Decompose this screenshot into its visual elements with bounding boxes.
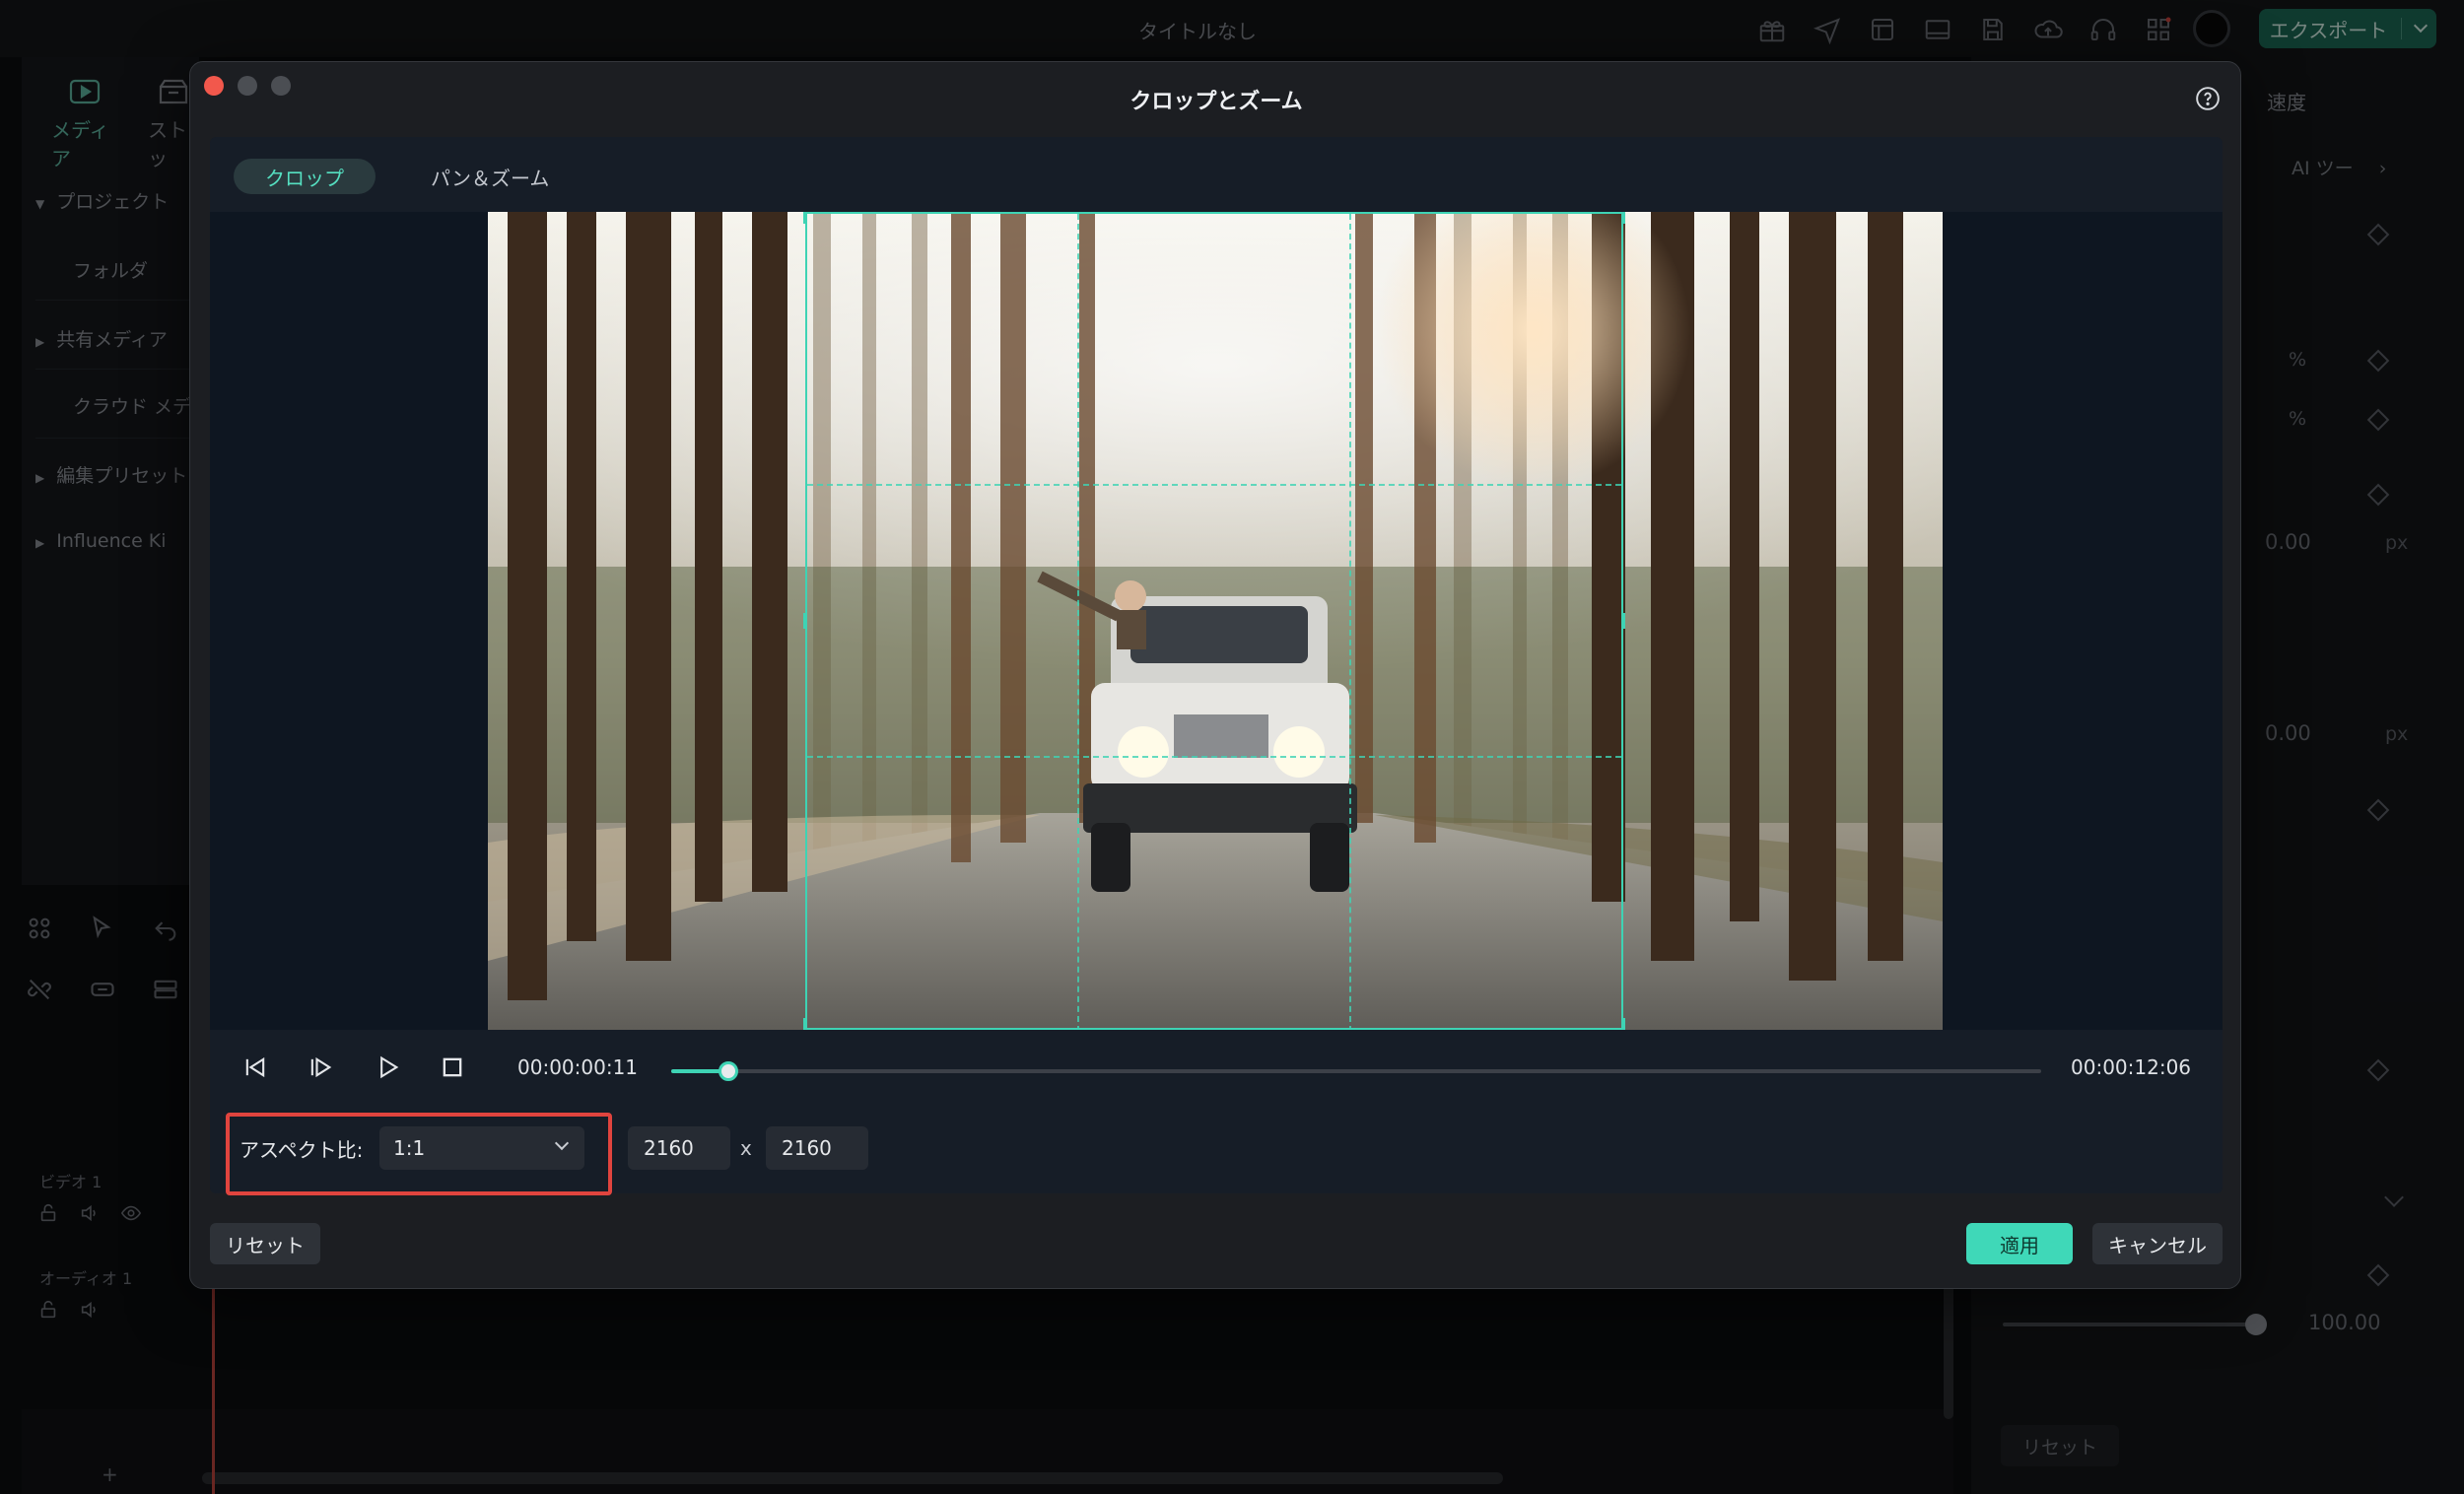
stop-icon	[443, 1057, 462, 1077]
crop-corner-handle[interactable]	[803, 1018, 807, 1030]
step-back-icon	[245, 1056, 265, 1078]
cancel-button[interactable]: キャンセル	[2092, 1223, 2223, 1264]
next-frame-button[interactable]	[303, 1050, 338, 1085]
dialog-tabs: クロップ パン＆ズーム	[234, 159, 581, 194]
height-input[interactable]: 2160	[766, 1126, 868, 1170]
dimension-separator: x	[740, 1136, 752, 1160]
reset-button[interactable]: リセット	[210, 1223, 320, 1264]
crop-corner-handle[interactable]	[1621, 1018, 1625, 1030]
crop-grid-line	[1349, 214, 1351, 1030]
aspect-ratio-dropdown[interactable]: 1:1	[379, 1126, 584, 1170]
stop-button[interactable]	[435, 1050, 470, 1085]
video-preview	[210, 212, 2223, 1030]
crop-edge-handle[interactable]	[803, 613, 807, 629]
prev-frame-button[interactable]	[238, 1050, 273, 1085]
play-button[interactable]	[370, 1050, 405, 1085]
scrub-bar[interactable]	[671, 1061, 2041, 1081]
scrub-handle[interactable]	[719, 1061, 739, 1081]
tab-crop[interactable]: クロップ	[234, 159, 376, 194]
help-icon[interactable]	[2195, 86, 2221, 111]
playback-controls: 00:00:00:11 00:00:12:06 アスペクト比: 1:1 2160…	[210, 1030, 2223, 1195]
aspect-ratio-value: 1:1	[393, 1136, 426, 1160]
crop-grid-line	[1077, 214, 1079, 1030]
crop-frame[interactable]	[803, 212, 1625, 1030]
step-forward-icon	[310, 1056, 332, 1078]
crop-grid-line	[807, 484, 1621, 486]
width-input[interactable]: 2160	[628, 1126, 730, 1170]
crop-corner-handle[interactable]	[1621, 212, 1625, 224]
aspect-ratio-label: アスペクト比:	[240, 1138, 364, 1162]
total-duration: 00:00:12:06	[2071, 1055, 2192, 1079]
video-frame	[488, 212, 1943, 1030]
crop-grid-line	[807, 756, 1621, 758]
crop-edge-handle[interactable]	[1621, 613, 1625, 629]
tab-pan-zoom[interactable]: パン＆ズーム	[399, 159, 581, 194]
chevron-down-icon	[554, 1135, 570, 1151]
current-time: 00:00:00:11	[517, 1055, 639, 1079]
crop-corner-handle[interactable]	[803, 212, 807, 224]
crop-panel: クロップ パン＆ズーム 00:00:00:11 00:00:12:06 アスペク…	[210, 137, 2223, 1195]
play-icon	[380, 1055, 399, 1079]
dialog-title: クロップとズーム	[1129, 90, 1303, 114]
crop-zoom-dialog: クロップとズーム クロップ パン＆ズーム 00:00:00:11 00:00:1…	[189, 61, 2241, 1289]
crop-edge-handle[interactable]	[1206, 212, 1222, 214]
apply-button[interactable]: 適用	[1966, 1223, 2073, 1264]
